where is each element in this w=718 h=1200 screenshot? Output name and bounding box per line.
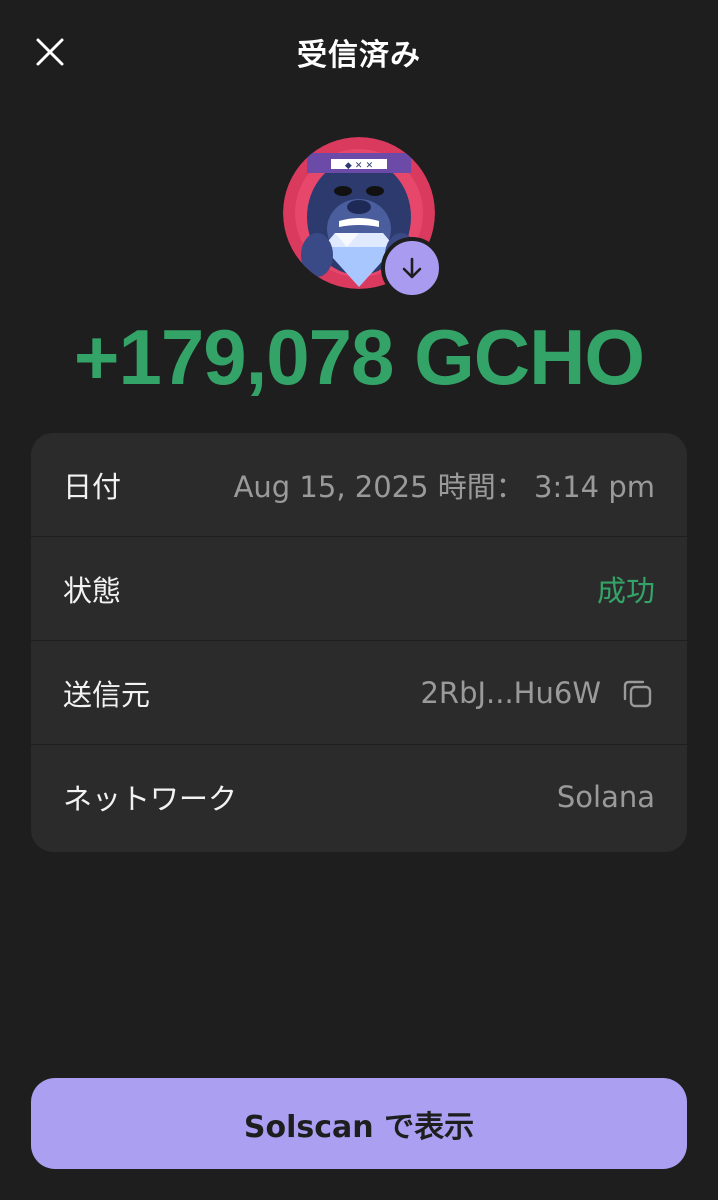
header: 受信済み — [0, 0, 718, 110]
sender-value-wrap: 2RbJ...Hu6W — [420, 675, 655, 711]
page-title: 受信済み — [297, 38, 421, 73]
network-value: Solana — [556, 780, 655, 814]
status-label: 状態 — [63, 573, 122, 608]
date-label: 日付 — [63, 469, 122, 504]
copy-icon — [623, 680, 652, 707]
status-value: 成功 — [596, 573, 655, 608]
transaction-details-card: 日付 Aug 15, 2025 時間： 3:14 pm 状態 成功 送信元 2R… — [31, 433, 687, 852]
sender-label: 送信元 — [63, 677, 151, 712]
token-display: ◆ ✕ ✕ — [283, 137, 443, 299]
detail-row-sender: 送信元 2RbJ...Hu6W — [31, 641, 687, 745]
arrow-down-icon — [402, 257, 422, 279]
detail-row-network: ネットワーク Solana — [31, 745, 687, 849]
received-badge — [381, 237, 443, 299]
network-label: ネットワーク — [63, 782, 238, 816]
copy-address-button[interactable] — [619, 675, 655, 711]
sender-address: 2RbJ...Hu6W — [420, 675, 601, 710]
date-value: Aug 15, 2025 時間： 3:14 pm — [233, 469, 655, 504]
received-amount: +179,078 GCHO — [73, 313, 645, 401]
detail-row-status: 状態 成功 — [31, 537, 687, 641]
view-on-solscan-button[interactable]: Solscan で表示 — [31, 1078, 687, 1169]
svg-text:◆ ✕ ✕: ◆ ✕ ✕ — [345, 161, 373, 171]
detail-row-date: 日付 Aug 15, 2025 時間： 3:14 pm — [31, 433, 687, 537]
